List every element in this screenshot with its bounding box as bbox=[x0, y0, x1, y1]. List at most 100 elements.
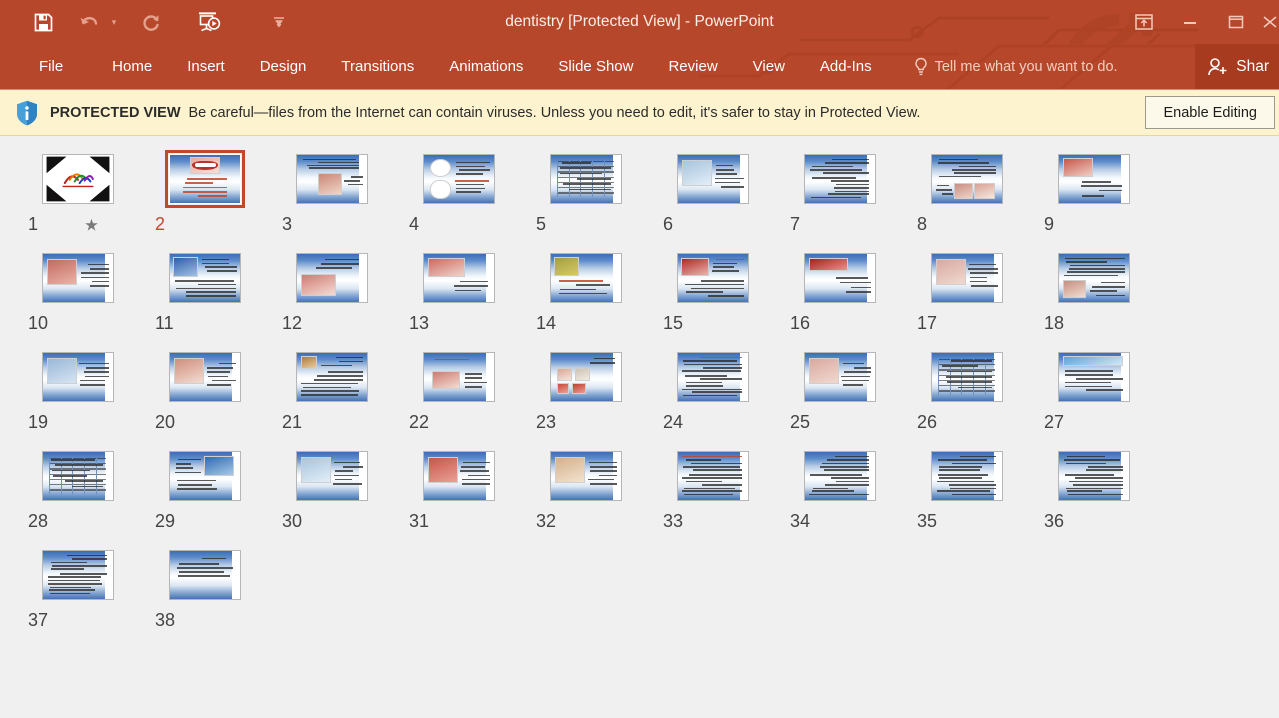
slide-thumbnail-17[interactable] bbox=[927, 249, 1007, 307]
slide-thumbnail-24[interactable] bbox=[673, 348, 753, 406]
slide-preview[interactable] bbox=[42, 451, 114, 501]
slide-preview[interactable] bbox=[677, 253, 749, 303]
slide-thumbnail-cell[interactable]: 17 bbox=[915, 249, 1042, 334]
slide-thumbnail-6[interactable] bbox=[673, 150, 753, 208]
slide-preview[interactable] bbox=[804, 154, 876, 204]
slide-thumbnail-cell[interactable]: 31 bbox=[407, 447, 534, 532]
tell-me-search[interactable]: Tell me what you want to do. bbox=[913, 57, 1118, 77]
slide-thumbnail-30[interactable] bbox=[292, 447, 372, 505]
slide-thumbnail-cell[interactable]: 37 bbox=[26, 546, 153, 631]
slide-thumbnail-cell[interactable]: 24 bbox=[661, 348, 788, 433]
slide-thumbnail-14[interactable] bbox=[546, 249, 626, 307]
tab-home[interactable]: Home bbox=[99, 52, 165, 81]
slide-thumbnail-cell[interactable]: 25 bbox=[788, 348, 915, 433]
slide-thumbnail-35[interactable] bbox=[927, 447, 1007, 505]
redo-icon[interactable] bbox=[134, 4, 168, 40]
slide-preview[interactable] bbox=[42, 253, 114, 303]
slide-preview[interactable] bbox=[804, 451, 876, 501]
slide-thumbnail-cell[interactable]: 15 bbox=[661, 249, 788, 334]
slide-thumbnail-34[interactable] bbox=[800, 447, 880, 505]
slide-preview[interactable] bbox=[677, 352, 749, 402]
slide-thumbnail-19[interactable] bbox=[38, 348, 118, 406]
slide-thumbnail-cell[interactable]: 35 bbox=[915, 447, 1042, 532]
quick-access-toolbar[interactable]: ▾ bbox=[0, 0, 296, 44]
slide-preview[interactable] bbox=[931, 451, 1003, 501]
slide-thumbnail-cell[interactable]: 32 bbox=[534, 447, 661, 532]
slide-thumbnail-5[interactable] bbox=[546, 150, 626, 208]
slide-thumbnail-cell[interactable]: 18 bbox=[1042, 249, 1169, 334]
slide-thumbnail-cell[interactable]: 14 bbox=[534, 249, 661, 334]
slide-thumbnail-36[interactable] bbox=[1054, 447, 1134, 505]
slide-thumbnail-15[interactable] bbox=[673, 249, 753, 307]
slide-thumbnail-25[interactable] bbox=[800, 348, 880, 406]
slide-preview[interactable] bbox=[423, 352, 495, 402]
tab-animations[interactable]: Animations bbox=[436, 52, 536, 81]
slide-preview[interactable] bbox=[42, 154, 114, 204]
slide-thumbnail-cell[interactable]: 19 bbox=[26, 348, 153, 433]
slide-thumbnail-2[interactable] bbox=[165, 150, 245, 208]
slide-preview[interactable] bbox=[169, 253, 241, 303]
slide-thumbnail-cell[interactable]: 20 bbox=[153, 348, 280, 433]
slide-thumbnail-28[interactable] bbox=[38, 447, 118, 505]
slide-preview[interactable] bbox=[296, 154, 368, 204]
slide-thumbnail-cell[interactable]: 22 bbox=[407, 348, 534, 433]
restore-icon[interactable] bbox=[1213, 5, 1259, 39]
slide-thumbnail-cell[interactable]: 30 bbox=[280, 447, 407, 532]
undo-icon[interactable] bbox=[72, 4, 106, 40]
slide-thumbnail-cell[interactable]: 29 bbox=[153, 447, 280, 532]
slide-thumbnail-cell[interactable]: 34 bbox=[788, 447, 915, 532]
slide-preview[interactable] bbox=[931, 352, 1003, 402]
close-icon[interactable] bbox=[1259, 5, 1279, 39]
enable-editing-button[interactable]: Enable Editing bbox=[1145, 96, 1275, 129]
save-icon[interactable] bbox=[26, 4, 60, 40]
slide-thumbnail-cell[interactable]: 33 bbox=[661, 447, 788, 532]
start-slideshow-icon[interactable] bbox=[192, 4, 226, 40]
slide-thumbnail-1[interactable] bbox=[38, 150, 118, 208]
slide-thumbnail-37[interactable] bbox=[38, 546, 118, 604]
slide-thumbnail-10[interactable] bbox=[38, 249, 118, 307]
slide-thumbnail-cell[interactable]: 6 bbox=[661, 150, 788, 235]
slide-thumbnail-cell[interactable]: 1 bbox=[26, 150, 153, 235]
tab-add-ins[interactable]: Add-Ins bbox=[807, 52, 885, 81]
slide-thumbnail-13[interactable] bbox=[419, 249, 499, 307]
slide-thumbnail-cell[interactable]: 4 bbox=[407, 150, 534, 235]
slide-preview[interactable] bbox=[169, 550, 241, 600]
tab-transitions[interactable]: Transitions bbox=[328, 52, 427, 81]
slide-preview[interactable] bbox=[169, 352, 241, 402]
slide-thumbnail-cell[interactable]: 36 bbox=[1042, 447, 1169, 532]
slide-preview[interactable] bbox=[42, 352, 114, 402]
slide-thumbnail-cell[interactable]: 38 bbox=[153, 546, 280, 631]
ribbon-display-options-icon[interactable] bbox=[1121, 5, 1167, 39]
slide-thumbnail-cell[interactable]: 23 bbox=[534, 348, 661, 433]
slide-thumbnail-cell[interactable]: 27 bbox=[1042, 348, 1169, 433]
slide-thumbnail-26[interactable] bbox=[927, 348, 1007, 406]
slide-thumbnail-cell[interactable]: 5 bbox=[534, 150, 661, 235]
slide-preview[interactable] bbox=[1058, 352, 1130, 402]
slide-preview[interactable] bbox=[931, 253, 1003, 303]
slide-preview[interactable] bbox=[169, 154, 241, 204]
slide-thumbnail-cell[interactable]: 26 bbox=[915, 348, 1042, 433]
slide-thumbnail-31[interactable] bbox=[419, 447, 499, 505]
slide-preview[interactable] bbox=[423, 451, 495, 501]
slide-thumbnail-12[interactable] bbox=[292, 249, 372, 307]
slide-thumbnail-cell[interactable]: 21 bbox=[280, 348, 407, 433]
slide-thumbnail-cell[interactable]: 13 bbox=[407, 249, 534, 334]
slide-preview[interactable] bbox=[550, 451, 622, 501]
slide-thumbnail-cell[interactable]: 3 bbox=[280, 150, 407, 235]
slide-thumbnail-cell[interactable]: 28 bbox=[26, 447, 153, 532]
slide-thumbnail-33[interactable] bbox=[673, 447, 753, 505]
window-controls[interactable] bbox=[1121, 0, 1279, 44]
slide-preview[interactable] bbox=[550, 352, 622, 402]
slide-preview[interactable] bbox=[550, 154, 622, 204]
slide-thumbnail-20[interactable] bbox=[165, 348, 245, 406]
slide-thumbnail-11[interactable] bbox=[165, 249, 245, 307]
slide-thumbnail-4[interactable] bbox=[419, 150, 499, 208]
slide-thumbnail-27[interactable] bbox=[1054, 348, 1134, 406]
slide-preview[interactable] bbox=[1058, 154, 1130, 204]
customize-qat-caret[interactable] bbox=[262, 4, 296, 40]
share-button[interactable]: Shar bbox=[1195, 44, 1279, 89]
slide-thumbnail-cell[interactable]: 9 bbox=[1042, 150, 1169, 235]
tab-insert[interactable]: Insert bbox=[174, 52, 238, 81]
slide-thumbnail-9[interactable] bbox=[1054, 150, 1134, 208]
slide-preview[interactable] bbox=[296, 253, 368, 303]
